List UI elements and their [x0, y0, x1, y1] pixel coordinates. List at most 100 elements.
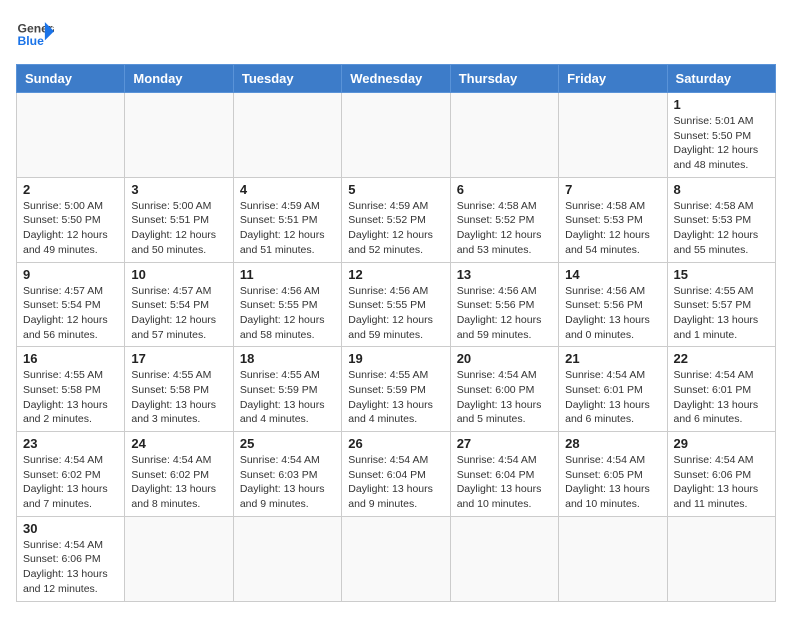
day-info: Sunrise: 4:54 AM Sunset: 6:04 PM Dayligh… — [348, 453, 443, 512]
day-number: 17 — [131, 351, 226, 366]
logo-svg: General Blue — [16, 16, 54, 54]
day-info: Sunrise: 4:57 AM Sunset: 5:54 PM Dayligh… — [23, 284, 118, 343]
day-number: 27 — [457, 436, 552, 451]
calendar-cell: 24 Sunrise: 4:54 AM Sunset: 6:02 PM Dayli… — [125, 432, 233, 517]
day-info: Sunrise: 4:56 AM Sunset: 5:55 PM Dayligh… — [240, 284, 335, 343]
calendar-cell — [125, 516, 233, 601]
calendar-cell: 10 Sunrise: 4:57 AM Sunset: 5:54 PM Dayli… — [125, 262, 233, 347]
calendar-cell: 29 Sunrise: 4:54 AM Sunset: 6:06 PM Dayli… — [667, 432, 775, 517]
calendar-cell — [667, 516, 775, 601]
calendar-cell: 23Sunrise: 4:54 AM Sunset: 6:02 PM Dayli… — [17, 432, 125, 517]
day-number: 15 — [674, 267, 769, 282]
calendar-cell: 21Sunrise: 4:54 AM Sunset: 6:01 PM Dayli… — [559, 347, 667, 432]
day-number: 1 — [674, 97, 769, 112]
calendar-cell: 26 Sunrise: 4:54 AM Sunset: 6:04 PM Dayli… — [342, 432, 450, 517]
day-number: 11 — [240, 267, 335, 282]
calendar-cell: 25 Sunrise: 4:54 AM Sunset: 6:03 PM Dayli… — [233, 432, 341, 517]
calendar-cell: 3 Sunrise: 5:00 AM Sunset: 5:51 PM Daylig… — [125, 177, 233, 262]
day-info: Sunrise: 4:54 AM Sunset: 6:02 PM Dayligh… — [131, 453, 226, 512]
logo: General Blue — [16, 16, 54, 54]
day-number: 3 — [131, 182, 226, 197]
calendar-cell: 5 Sunrise: 4:59 AM Sunset: 5:52 PM Daylig… — [342, 177, 450, 262]
day-info: Sunrise: 4:54 AM Sunset: 6:01 PM Dayligh… — [674, 368, 769, 427]
day-number: 26 — [348, 436, 443, 451]
day-info: Sunrise: 4:54 AM Sunset: 6:02 PM Dayligh… — [23, 453, 118, 512]
day-header-thursday: Thursday — [450, 65, 558, 93]
day-info: Sunrise: 4:54 AM Sunset: 6:06 PM Dayligh… — [674, 453, 769, 512]
day-number: 18 — [240, 351, 335, 366]
calendar-cell — [342, 516, 450, 601]
day-header-wednesday: Wednesday — [342, 65, 450, 93]
day-info: Sunrise: 4:59 AM Sunset: 5:51 PM Dayligh… — [240, 199, 335, 258]
calendar-cell: 16 Sunrise: 4:55 AM Sunset: 5:58 PM Dayli… — [17, 347, 125, 432]
day-info: Sunrise: 4:59 AM Sunset: 5:52 PM Dayligh… — [348, 199, 443, 258]
day-info: Sunrise: 4:58 AM Sunset: 5:53 PM Dayligh… — [565, 199, 660, 258]
day-header-friday: Friday — [559, 65, 667, 93]
calendar-cell — [17, 93, 125, 178]
week-row-5: 30Sunrise: 4:54 AM Sunset: 6:06 PM Dayli… — [17, 516, 776, 601]
day-number: 2 — [23, 182, 118, 197]
week-row-2: 9 Sunrise: 4:57 AM Sunset: 5:54 PM Daylig… — [17, 262, 776, 347]
calendar-table: SundayMondayTuesdayWednesdayThursdayFrid… — [16, 64, 776, 602]
calendar-cell: 7 Sunrise: 4:58 AM Sunset: 5:53 PM Daylig… — [559, 177, 667, 262]
week-row-1: 2Sunrise: 5:00 AM Sunset: 5:50 PM Daylig… — [17, 177, 776, 262]
day-number: 24 — [131, 436, 226, 451]
day-number: 25 — [240, 436, 335, 451]
calendar-cell: 19Sunrise: 4:55 AM Sunset: 5:59 PM Dayli… — [342, 347, 450, 432]
week-row-0: 1 Sunrise: 5:01 AM Sunset: 5:50 PM Daylig… — [17, 93, 776, 178]
calendar-cell: 27 Sunrise: 4:54 AM Sunset: 6:04 PM Dayli… — [450, 432, 558, 517]
calendar-cell: 1 Sunrise: 5:01 AM Sunset: 5:50 PM Daylig… — [667, 93, 775, 178]
calendar-cell: 30Sunrise: 4:54 AM Sunset: 6:06 PM Dayli… — [17, 516, 125, 601]
day-info: Sunrise: 4:58 AM Sunset: 5:52 PM Dayligh… — [457, 199, 552, 258]
day-info: Sunrise: 5:01 AM Sunset: 5:50 PM Dayligh… — [674, 114, 769, 173]
day-info: Sunrise: 4:56 AM Sunset: 5:55 PM Dayligh… — [348, 284, 443, 343]
day-info: Sunrise: 4:54 AM Sunset: 6:04 PM Dayligh… — [457, 453, 552, 512]
calendar-cell: 9 Sunrise: 4:57 AM Sunset: 5:54 PM Daylig… — [17, 262, 125, 347]
day-info: Sunrise: 4:55 AM Sunset: 5:58 PM Dayligh… — [131, 368, 226, 427]
days-header-row: SundayMondayTuesdayWednesdayThursdayFrid… — [17, 65, 776, 93]
day-number: 14 — [565, 267, 660, 282]
day-info: Sunrise: 4:54 AM Sunset: 6:03 PM Dayligh… — [240, 453, 335, 512]
day-number: 30 — [23, 521, 118, 536]
day-info: Sunrise: 4:58 AM Sunset: 5:53 PM Dayligh… — [674, 199, 769, 258]
calendar-cell — [450, 516, 558, 601]
day-info: Sunrise: 4:54 AM Sunset: 6:00 PM Dayligh… — [457, 368, 552, 427]
day-number: 29 — [674, 436, 769, 451]
calendar-cell: 18 Sunrise: 4:55 AM Sunset: 5:59 PM Dayli… — [233, 347, 341, 432]
calendar-cell — [559, 93, 667, 178]
day-info: Sunrise: 4:55 AM Sunset: 5:58 PM Dayligh… — [23, 368, 118, 427]
day-header-sunday: Sunday — [17, 65, 125, 93]
calendar-cell: 11 Sunrise: 4:56 AM Sunset: 5:55 PM Dayli… — [233, 262, 341, 347]
day-info: Sunrise: 4:55 AM Sunset: 5:57 PM Dayligh… — [674, 284, 769, 343]
day-number: 12 — [348, 267, 443, 282]
day-info: Sunrise: 4:55 AM Sunset: 5:59 PM Dayligh… — [348, 368, 443, 427]
day-number: 5 — [348, 182, 443, 197]
day-info: Sunrise: 4:56 AM Sunset: 5:56 PM Dayligh… — [565, 284, 660, 343]
calendar-cell — [450, 93, 558, 178]
week-row-3: 16 Sunrise: 4:55 AM Sunset: 5:58 PM Dayli… — [17, 347, 776, 432]
calendar-cell — [233, 516, 341, 601]
calendar-cell: 13Sunrise: 4:56 AM Sunset: 5:56 PM Dayli… — [450, 262, 558, 347]
calendar-cell: 28Sunrise: 4:54 AM Sunset: 6:05 PM Dayli… — [559, 432, 667, 517]
day-number: 21 — [565, 351, 660, 366]
day-number: 22 — [674, 351, 769, 366]
calendar-cell — [233, 93, 341, 178]
day-number: 10 — [131, 267, 226, 282]
calendar-cell: 20 Sunrise: 4:54 AM Sunset: 6:00 PM Dayli… — [450, 347, 558, 432]
day-header-tuesday: Tuesday — [233, 65, 341, 93]
calendar-cell: 22 Sunrise: 4:54 AM Sunset: 6:01 PM Dayli… — [667, 347, 775, 432]
day-info: Sunrise: 4:54 AM Sunset: 6:05 PM Dayligh… — [565, 453, 660, 512]
header: General Blue — [16, 16, 776, 54]
day-number: 16 — [23, 351, 118, 366]
day-header-saturday: Saturday — [667, 65, 775, 93]
calendar-cell — [342, 93, 450, 178]
day-info: Sunrise: 4:57 AM Sunset: 5:54 PM Dayligh… — [131, 284, 226, 343]
day-number: 20 — [457, 351, 552, 366]
day-info: Sunrise: 4:55 AM Sunset: 5:59 PM Dayligh… — [240, 368, 335, 427]
calendar-cell: 17 Sunrise: 4:55 AM Sunset: 5:58 PM Dayli… — [125, 347, 233, 432]
calendar-cell — [125, 93, 233, 178]
day-number: 9 — [23, 267, 118, 282]
day-number: 7 — [565, 182, 660, 197]
day-header-monday: Monday — [125, 65, 233, 93]
day-info: Sunrise: 5:00 AM Sunset: 5:51 PM Dayligh… — [131, 199, 226, 258]
